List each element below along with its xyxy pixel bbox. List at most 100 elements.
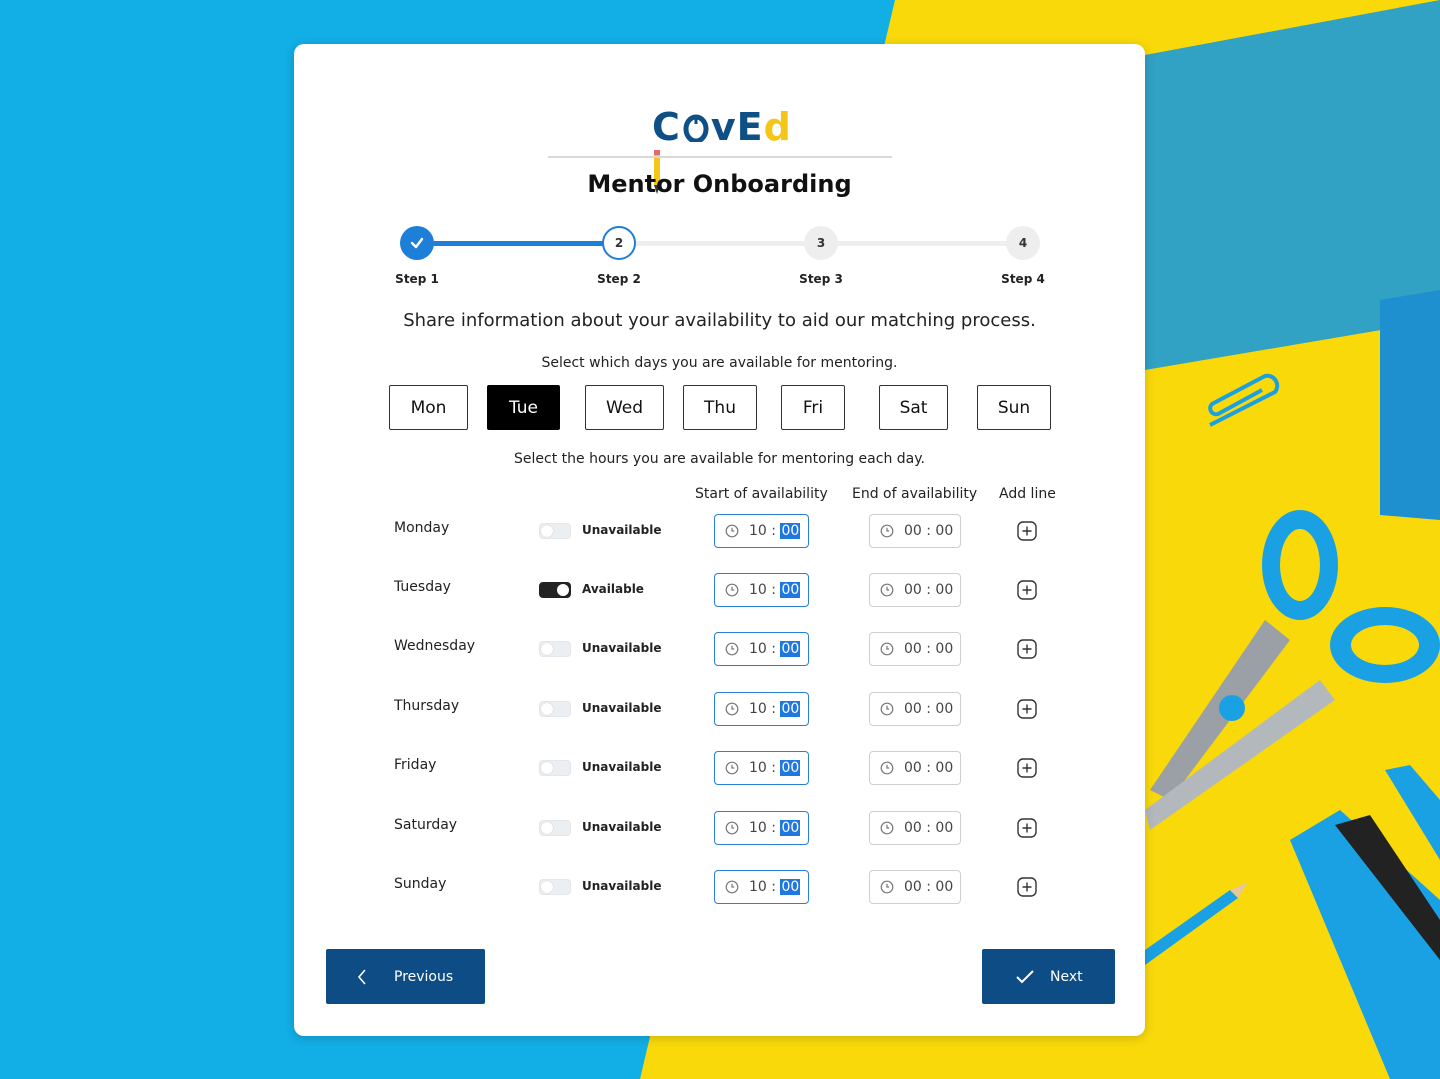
add-line-icon[interactable] — [1017, 639, 1037, 659]
step-1-label: Step 1 — [395, 272, 439, 286]
row-day-tuesday: Tuesday — [394, 579, 451, 595]
clock-icon — [880, 642, 894, 656]
end-time-input-thursday[interactable]: 00 : 00 — [869, 692, 961, 726]
clock-icon — [880, 761, 894, 775]
end-time-input-tuesday[interactable]: 00 : 00 — [869, 573, 961, 607]
availability-toggle-friday[interactable] — [539, 760, 571, 776]
end-time-input-saturday[interactable]: 00 : 00 — [869, 811, 961, 845]
clock-icon — [725, 761, 739, 775]
availability-status-thursday: Unavailable — [582, 701, 662, 715]
start-time-input-saturday[interactable]: 10 : 00 — [714, 811, 809, 845]
start-time-input-friday[interactable]: 10 : 00 — [714, 751, 809, 785]
start-hour: 10 — [749, 879, 767, 895]
start-hour: 10 — [749, 582, 767, 598]
logo-divider — [548, 156, 892, 158]
add-line-icon[interactable] — [1017, 521, 1037, 541]
day-button-tue[interactable]: Tue — [487, 385, 560, 430]
toggle-knob — [541, 762, 553, 774]
start-hour: 10 — [749, 523, 767, 539]
toggle-knob — [541, 822, 553, 834]
end-time-input-friday[interactable]: 00 : 00 — [869, 751, 961, 785]
end-time-value: 00 : 00 — [904, 523, 954, 539]
toggle-knob — [541, 525, 553, 537]
row-day-saturday: Saturday — [394, 817, 458, 833]
start-minute-selected: 00 — [780, 701, 801, 717]
start-hour: 10 — [749, 701, 767, 717]
column-header-add: Add line — [999, 486, 1056, 502]
day-button-sun[interactable]: Sun — [977, 385, 1051, 430]
toggle-knob — [541, 703, 553, 715]
add-line-icon[interactable] — [1017, 877, 1037, 897]
start-time-input-monday[interactable]: 10 : 00 — [714, 514, 809, 548]
row-day-sunday: Sunday — [394, 876, 447, 892]
row-day-monday: Monday — [394, 520, 450, 536]
intro-text: Share information about your availabilit… — [403, 310, 1036, 331]
clock-icon — [725, 880, 739, 894]
clock-icon — [725, 821, 739, 835]
availability-toggle-thursday[interactable] — [539, 701, 571, 717]
availability-status-saturday: Unavailable — [582, 820, 662, 834]
day-button-sat[interactable]: Sat — [879, 385, 948, 430]
start-minute-selected: 00 — [780, 820, 801, 836]
hours-prompt: Select the hours you are available for m… — [514, 451, 925, 467]
step-connector-complete — [417, 241, 619, 246]
end-time-input-wednesday[interactable]: 00 : 00 — [869, 632, 961, 666]
days-prompt: Select which days you are available for … — [541, 355, 898, 371]
step-1-indicator[interactable] — [400, 226, 434, 260]
start-minute-selected: 00 — [780, 879, 801, 895]
step-3-label: Step 3 — [799, 272, 843, 286]
start-time-input-tuesday[interactable]: 10 : 00 — [714, 573, 809, 607]
column-header-start: Start of availability — [695, 486, 828, 502]
step-2-indicator[interactable]: 2 — [602, 226, 636, 260]
clock-icon — [880, 524, 894, 538]
add-line-icon[interactable] — [1017, 818, 1037, 838]
day-button-thu[interactable]: Thu — [683, 385, 757, 430]
row-day-wednesday: Wednesday — [394, 638, 476, 654]
end-time-input-sunday[interactable]: 00 : 00 — [869, 870, 961, 904]
availability-status-monday: Unavailable — [582, 523, 662, 537]
coved-logo: CvEd — [652, 104, 792, 194]
clock-icon — [725, 642, 739, 656]
step-4-indicator[interactable]: 4 — [1006, 226, 1040, 260]
end-time-value: 00 : 00 — [904, 582, 954, 598]
previous-button-label: Previous — [394, 968, 454, 985]
end-time-value: 00 : 00 — [904, 701, 954, 717]
clock-icon — [725, 702, 739, 716]
day-button-mon[interactable]: Mon — [389, 385, 468, 430]
toggle-knob — [541, 643, 553, 655]
add-line-icon[interactable] — [1017, 699, 1037, 719]
step-3-indicator[interactable]: 3 — [804, 226, 838, 260]
availability-toggle-tuesday[interactable] — [539, 582, 571, 598]
availability-status-friday: Unavailable — [582, 760, 662, 774]
chevron-left-icon — [357, 968, 366, 985]
start-time-input-sunday[interactable]: 10 : 00 — [714, 870, 809, 904]
add-line-icon[interactable] — [1017, 758, 1037, 778]
clock-icon — [880, 880, 894, 894]
step-4-label: Step 4 — [1001, 272, 1045, 286]
day-button-fri[interactable]: Fri — [781, 385, 845, 430]
availability-toggle-sunday[interactable] — [539, 879, 571, 895]
next-button-label: Next — [1050, 968, 1083, 985]
end-time-value: 00 : 00 — [904, 820, 954, 836]
start-minute-selected: 00 — [780, 523, 801, 539]
end-time-input-monday[interactable]: 00 : 00 — [869, 514, 961, 548]
checkmark-icon — [1016, 969, 1034, 983]
next-button[interactable]: Next — [982, 949, 1115, 1004]
day-button-wed[interactable]: Wed — [585, 385, 664, 430]
previous-button[interactable]: Previous — [326, 949, 485, 1004]
checkmark-icon — [410, 237, 424, 249]
start-time-input-thursday[interactable]: 10 : 00 — [714, 692, 809, 726]
add-line-icon[interactable] — [1017, 580, 1037, 600]
start-minute-selected: 00 — [780, 582, 801, 598]
availability-status-tuesday: Available — [582, 582, 644, 596]
start-time-input-wednesday[interactable]: 10 : 00 — [714, 632, 809, 666]
availability-toggle-saturday[interactable] — [539, 820, 571, 836]
clock-icon — [880, 821, 894, 835]
start-minute-selected: 00 — [780, 760, 801, 776]
availability-status-sunday: Unavailable — [582, 879, 662, 893]
availability-toggle-monday[interactable] — [539, 523, 571, 539]
clock-icon — [725, 524, 739, 538]
availability-toggle-wednesday[interactable] — [539, 641, 571, 657]
column-header-end: End of availability — [852, 486, 978, 502]
clock-icon — [880, 583, 894, 597]
